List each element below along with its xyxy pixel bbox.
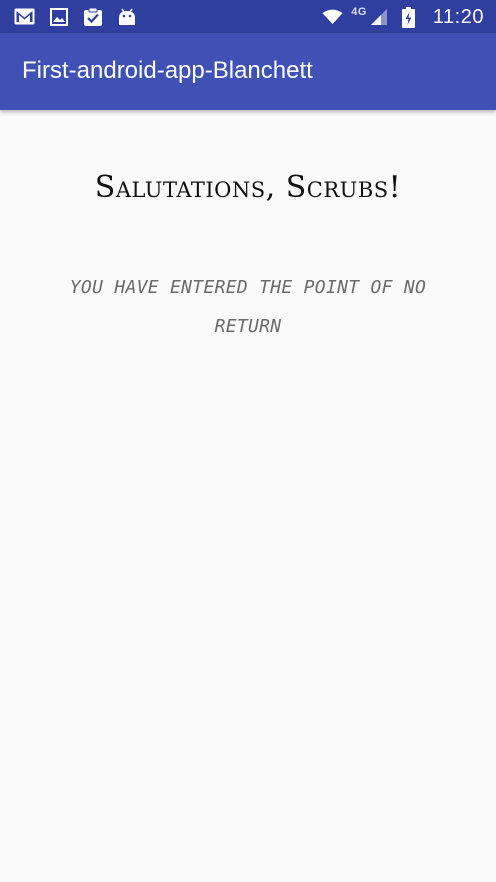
gmail-icon	[14, 6, 35, 27]
cell-signal-icon	[369, 7, 390, 28]
greeting-heading: Salutations, Scrubs!	[94, 170, 402, 205]
android-debug-icon	[116, 6, 137, 27]
network-type-label: 4G	[351, 6, 367, 18]
warning-message: YOU HAVE ENTERED THE POINT OF NO RETURN	[69, 277, 427, 337]
status-clock: 11:20	[432, 5, 484, 28]
wifi-icon	[322, 7, 343, 28]
main-content: Salutations, Scrubs! YOU HAVE ENTERED TH…	[0, 110, 496, 882]
app-bar: First-android-app-Blanchett	[0, 33, 496, 110]
status-bar: 4G 11:20	[0, 0, 496, 33]
app-title: First-android-app-Blanchett	[22, 57, 313, 84]
battery-charging-icon	[398, 6, 419, 28]
app-screen: 4G 11:20 First-android-app-Blanchett Sal…	[0, 0, 496, 882]
system-icons: 4G 11:20	[322, 4, 484, 30]
task-check-icon	[82, 6, 103, 27]
notification-icons	[14, 6, 137, 27]
photo-icon	[48, 6, 69, 27]
